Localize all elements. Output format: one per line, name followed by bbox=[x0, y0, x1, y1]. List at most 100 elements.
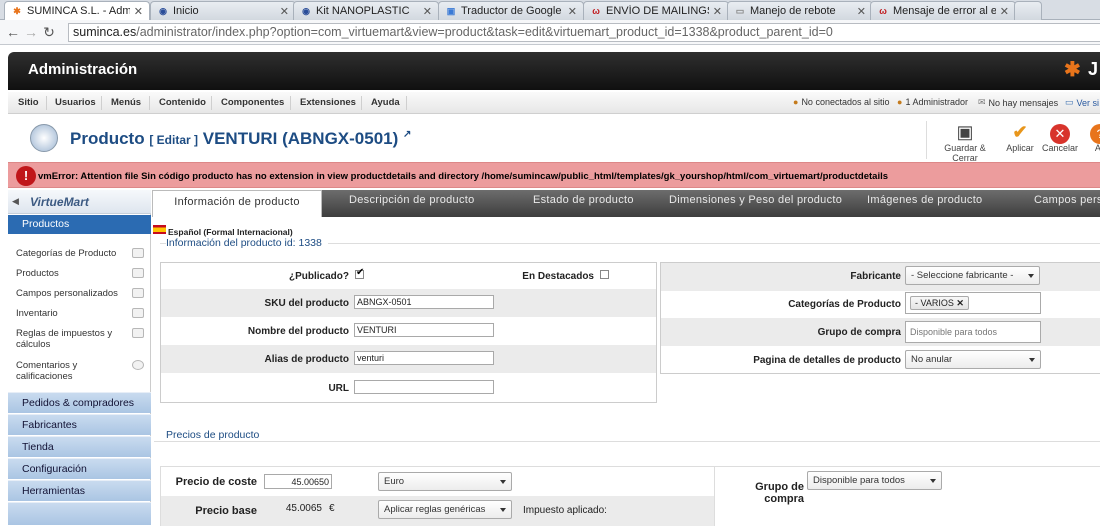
tab-informacion[interactable]: Información de producto bbox=[152, 190, 322, 219]
menu-separator bbox=[149, 96, 150, 110]
sidebar-heading[interactable]: Productos bbox=[8, 215, 151, 234]
help-icon: ? bbox=[1070, 121, 1100, 144]
tab-imagenes[interactable]: Imágenes de producto bbox=[867, 194, 982, 206]
cost-price-input[interactable] bbox=[264, 474, 332, 489]
manufacturer-select[interactable]: - Seleccione fabricante - bbox=[905, 266, 1040, 285]
close-icon[interactable]: ✕ bbox=[568, 5, 577, 18]
menu-item-extensiones[interactable]: Extensiones bbox=[300, 97, 356, 108]
back-icon[interactable]: ← bbox=[4, 24, 22, 40]
menu-item-contenido[interactable]: Contenido bbox=[159, 97, 206, 108]
close-icon[interactable]: ✕ bbox=[280, 5, 289, 18]
virtuemart-logo-text: VirtueMart bbox=[30, 195, 89, 209]
tab-title: Mensaje de error al entrar bbox=[893, 5, 996, 17]
menu-separator bbox=[290, 96, 291, 110]
browser-tab[interactable]: ω ENVÍO DE MAILINGS (1/1) ✕ bbox=[583, 1, 729, 20]
save-close-button[interactable]: ▣ Guardar & Cerrar bbox=[935, 121, 995, 163]
browser-tab[interactable]: ✱ SUMINCA S.L. - Administr ✕ bbox=[4, 1, 150, 20]
shopper-group-select[interactable]: Disponible para todos bbox=[807, 471, 942, 490]
currency-select[interactable]: Euro bbox=[378, 472, 512, 491]
close-icon[interactable]: ✕ bbox=[713, 5, 722, 18]
tab-dimensiones[interactable]: Dimensiones y Peso del producto bbox=[669, 194, 842, 206]
page-title-edit: [ Editar ] bbox=[149, 133, 199, 147]
help-button[interactable]: ? Ay bbox=[1070, 121, 1100, 153]
sidebar-item-comentarios[interactable]: Comentarios y calificaciones bbox=[16, 360, 120, 382]
url-input[interactable] bbox=[354, 380, 494, 394]
mail-icon: ω bbox=[879, 6, 887, 16]
close-icon[interactable]: ✕ bbox=[134, 5, 143, 18]
sidebar-group-herramientas[interactable]: Herramientas bbox=[8, 480, 151, 501]
alias-input[interactable] bbox=[354, 351, 494, 365]
name-label: Nombre del producto bbox=[247, 326, 349, 337]
currency-value: Euro bbox=[384, 476, 405, 487]
sidebar-item-reglas[interactable]: Reglas de impuestos y cálculos bbox=[16, 328, 120, 350]
error-icon: ! bbox=[16, 166, 36, 186]
forward-icon[interactable]: → bbox=[22, 24, 40, 40]
sidebar-item-productos[interactable]: Productos bbox=[16, 268, 120, 279]
reload-icon[interactable]: ↻ bbox=[40, 24, 58, 41]
url-label: URL bbox=[328, 383, 349, 394]
menu-item-usuarios[interactable]: Usuarios bbox=[55, 97, 96, 108]
name-input[interactable] bbox=[354, 323, 494, 337]
details-page-select[interactable]: No anular bbox=[905, 350, 1041, 369]
published-checkbox[interactable]: ✔ bbox=[355, 267, 364, 279]
message-icon: ✉ bbox=[978, 97, 986, 107]
close-icon[interactable]: ✕ bbox=[1000, 5, 1009, 18]
page-title-product: VENTURI (ABNGX-0501) bbox=[202, 129, 399, 148]
sidebar-item-categorias[interactable]: Categorías de Producto bbox=[16, 248, 120, 259]
sidebar-group-tienda[interactable]: Tienda bbox=[8, 436, 151, 457]
menu-item-menus[interactable]: Menús bbox=[111, 97, 141, 108]
tab-descripcion[interactable]: Descripción de producto bbox=[349, 194, 475, 206]
inventory-icon bbox=[132, 308, 144, 318]
url-field[interactable]: suminca.es/administrator/index.php?optio… bbox=[68, 23, 1100, 42]
external-link-icon[interactable]: ↗ bbox=[403, 129, 411, 140]
chevron-down-icon bbox=[500, 480, 506, 484]
browser-tab[interactable]: ▭ Manejo de rebote ✕ bbox=[727, 1, 873, 20]
menu-item-ayuda[interactable]: Ayuda bbox=[371, 97, 400, 108]
menu-item-sitio[interactable]: Sitio bbox=[18, 97, 39, 108]
categories-multiselect[interactable]: - VARIOS ✕ bbox=[905, 292, 1041, 314]
menu-item-componentes[interactable]: Componentes bbox=[221, 97, 284, 108]
price-rules-select[interactable]: Aplicar reglas genéricas bbox=[378, 500, 512, 519]
page-title: Producto [ Editar ] VENTURI (ABNGX-0501)… bbox=[70, 129, 411, 149]
featured-checkbox[interactable] bbox=[600, 270, 609, 279]
tab-campos[interactable]: Campos pers bbox=[1034, 194, 1100, 206]
price-rules-value: Aplicar reglas genéricas bbox=[384, 504, 486, 515]
collapse-arrow-icon[interactable]: ◀ bbox=[12, 196, 19, 207]
status-messages-label: No hay mensajes bbox=[988, 97, 1059, 108]
browser-tab[interactable]: ω Mensaje de error al entrar ✕ bbox=[870, 1, 1016, 20]
close-icon[interactable]: ✕ bbox=[423, 5, 432, 18]
comments-icon bbox=[132, 360, 144, 370]
sidebar-item-inventario[interactable]: Inventario bbox=[16, 308, 120, 319]
sidebar-item-campos[interactable]: Campos personalizados bbox=[16, 288, 120, 299]
tab-title: ENVÍO DE MAILINGS (1/1) bbox=[606, 5, 709, 17]
chevron-down-icon bbox=[1028, 274, 1034, 278]
view-site-label: Ver si bbox=[1076, 97, 1100, 108]
browser-tab[interactable]: ▣ Traductor de Google ✕ bbox=[438, 1, 584, 20]
sidebar-group-pedidos[interactable]: Pedidos & compradores bbox=[8, 392, 151, 413]
tab-title: Kit NANOPLASTIC bbox=[316, 5, 410, 17]
mail-icon: ω bbox=[592, 6, 600, 16]
base-price-value: 45.0065 bbox=[285, 503, 322, 514]
sku-input[interactable] bbox=[354, 295, 494, 309]
tab-title: Manejo de rebote bbox=[750, 5, 836, 17]
spain-flag-icon bbox=[153, 225, 166, 234]
new-tab-button[interactable] bbox=[1014, 1, 1042, 20]
chevron-down-icon bbox=[1029, 358, 1035, 362]
browser-tab[interactable]: ◉ Kit NANOPLASTIC ✕ bbox=[293, 1, 439, 20]
view-site-link[interactable]: ▭ Ver si bbox=[1065, 97, 1099, 108]
section-title-info: Información del producto id: 1338 bbox=[166, 237, 328, 249]
save-icon: ▣ bbox=[956, 122, 974, 142]
browser-tab[interactable]: ◉ Inicio ✕ bbox=[150, 1, 296, 20]
remove-icon[interactable]: ✕ bbox=[956, 298, 964, 308]
users-icon: ● bbox=[793, 97, 799, 107]
fieldset-border bbox=[154, 441, 1100, 442]
error-message-bar: ! vmError: Attention file Sin código pro… bbox=[8, 162, 1100, 188]
tab-estado[interactable]: Estado de producto bbox=[533, 194, 634, 206]
purchase-group-input[interactable] bbox=[905, 321, 1041, 343]
sidebar-group-fabricantes[interactable]: Fabricantes bbox=[8, 414, 151, 435]
virtuemart-product-icon bbox=[30, 124, 58, 152]
close-icon[interactable]: ✕ bbox=[857, 5, 866, 18]
sidebar-group-configuracion[interactable]: Configuración bbox=[8, 458, 151, 479]
featured-label: En Destacados bbox=[522, 271, 594, 282]
menu-separator bbox=[46, 96, 47, 110]
